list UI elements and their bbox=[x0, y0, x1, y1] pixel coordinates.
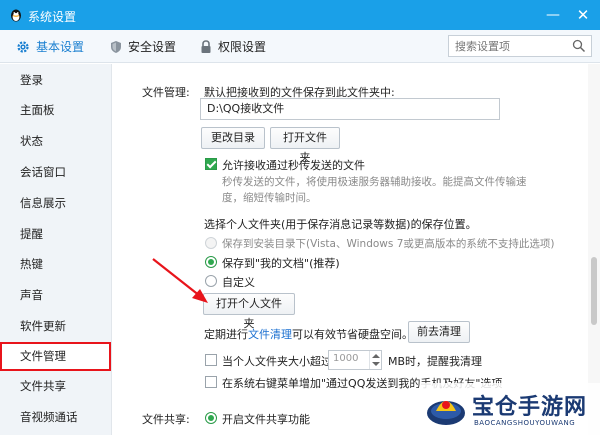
context-menu-checkbox[interactable] bbox=[205, 376, 217, 388]
search-box[interactable] bbox=[448, 35, 592, 57]
search-icon[interactable] bbox=[572, 39, 586, 53]
lock-icon bbox=[201, 40, 211, 53]
open-folder-button[interactable]: 打开文件夹 bbox=[270, 127, 340, 164]
sidebar-item-status[interactable]: 状态 bbox=[0, 127, 111, 156]
change-directory-button[interactable]: 更改目录 bbox=[201, 127, 265, 149]
size-warning-prefix: 当个人文件夹大小超过 bbox=[222, 355, 332, 368]
sidebar-item-hotkeys[interactable]: 热键 bbox=[0, 250, 111, 279]
search-input[interactable] bbox=[449, 36, 567, 56]
annotation-arrow bbox=[152, 258, 208, 303]
file-sharing-label: 文件共享: bbox=[142, 413, 190, 426]
settings-sidebar: 登录 主面板 状态 会话窗口 信息展示 提醒 热键 声音 软件更新 文件管理 文… bbox=[0, 64, 112, 435]
enable-file-sharing-label: 开启文件共享功能 bbox=[222, 413, 310, 426]
save-path-field[interactable]: D:\QQ接收文件 bbox=[200, 98, 500, 120]
sidebar-item-software-update[interactable]: 软件更新 bbox=[0, 312, 111, 341]
save-to-install-dir-label: 保存到安装目录下(Vista、Windows 7或更高版本的系统不支持此选项) bbox=[222, 238, 555, 250]
tab-label: 安全设置 bbox=[128, 40, 177, 54]
sidebar-item-reminder[interactable]: 提醒 bbox=[0, 220, 111, 249]
sidebar-item-sound[interactable]: 声音 bbox=[0, 281, 111, 310]
tab-label: 权限设置 bbox=[218, 40, 267, 54]
stepper-arrows[interactable] bbox=[369, 351, 381, 369]
tab-basic-settings[interactable]: 基本设置 bbox=[16, 38, 84, 56]
close-button[interactable]: ✕ bbox=[574, 6, 592, 24]
watermark-logo-icon bbox=[427, 401, 465, 425]
title-bar: 系统设置 — ✕ bbox=[0, 0, 600, 30]
personal-folder-title: 选择个人文件夹(用于保存消息记录等数据)的保存位置。 bbox=[204, 218, 477, 231]
window-title: 系统设置 bbox=[28, 10, 77, 24]
sidebar-item-file-management[interactable]: 文件管理 bbox=[0, 342, 111, 371]
allow-instant-transfer-label: 允许接收通过秒传发送的文件 bbox=[222, 159, 365, 172]
watermark-subtitle: BAOCANGSHOUYOUWANG bbox=[474, 419, 576, 427]
allow-instant-transfer-checkbox[interactable] bbox=[205, 158, 217, 170]
folder-size-stepper[interactable]: 1000 bbox=[328, 350, 382, 370]
size-warning-checkbox[interactable] bbox=[205, 354, 217, 366]
save-to-my-documents-label: 保存到"我的文档"(推荐) bbox=[222, 257, 340, 270]
minimize-button[interactable]: — bbox=[544, 6, 562, 24]
sidebar-item-chat-window[interactable]: 会话窗口 bbox=[0, 158, 111, 187]
sidebar-item-login[interactable]: 登录 bbox=[0, 66, 111, 95]
size-warning-suffix: MB时，提醒我清理 bbox=[388, 355, 483, 368]
custom-location-label: 自定义 bbox=[222, 276, 255, 289]
tab-security-settings[interactable]: 安全设置 bbox=[110, 38, 176, 56]
chevron-down-icon[interactable] bbox=[372, 362, 380, 366]
settings-content: 文件管理: 默认把接收到的文件保存到此文件夹中: D:\QQ接收文件 更改目录 … bbox=[112, 64, 588, 435]
go-cleanup-button[interactable]: 前去清理 bbox=[408, 321, 470, 343]
shield-icon bbox=[111, 41, 121, 53]
tab-label: 基本设置 bbox=[36, 40, 85, 54]
folder-size-value: 1000 bbox=[333, 353, 359, 364]
instant-transfer-hint-line2: 度，缩短传输时间。 bbox=[222, 192, 317, 204]
file-cleanup-link[interactable]: 文件清理 bbox=[248, 328, 292, 341]
file-management-label: 文件管理: bbox=[142, 86, 190, 99]
sidebar-item-main-panel[interactable]: 主面板 bbox=[0, 96, 111, 125]
sidebar-item-av-call[interactable]: 音视频通话 bbox=[0, 403, 111, 432]
open-personal-folder-button[interactable]: 打开个人文件夹 bbox=[203, 293, 295, 330]
enable-file-sharing-radio[interactable] bbox=[205, 412, 217, 424]
qq-penguin-icon bbox=[11, 9, 21, 22]
site-watermark: 宝仓手游网 BAOCANGSHOUYOUWANG bbox=[420, 383, 600, 435]
gear-icon bbox=[17, 41, 29, 53]
content-scrollbar[interactable] bbox=[588, 64, 600, 435]
chevron-up-icon[interactable] bbox=[372, 354, 380, 358]
cleanup-hint: 定期进行文件清理可以有效节省硬盘空间。 bbox=[204, 326, 413, 342]
sidebar-item-file-sharing[interactable]: 文件共享 bbox=[0, 372, 111, 401]
watermark-title: 宝仓手游网 bbox=[472, 394, 588, 420]
scrollbar-thumb[interactable] bbox=[591, 257, 597, 325]
tab-permission-settings[interactable]: 权限设置 bbox=[200, 38, 266, 56]
instant-transfer-hint-line1: 秒传发送的文件，将使用极速服务器辅助接收。能提高文件传输速 bbox=[222, 176, 527, 188]
sidebar-item-info-display[interactable]: 信息展示 bbox=[0, 189, 111, 218]
cleanup-suffix: 可以有效节省硬盘空间。 bbox=[292, 328, 413, 341]
save-to-install-dir-radio bbox=[205, 237, 217, 249]
cleanup-prefix: 定期进行 bbox=[204, 328, 248, 341]
